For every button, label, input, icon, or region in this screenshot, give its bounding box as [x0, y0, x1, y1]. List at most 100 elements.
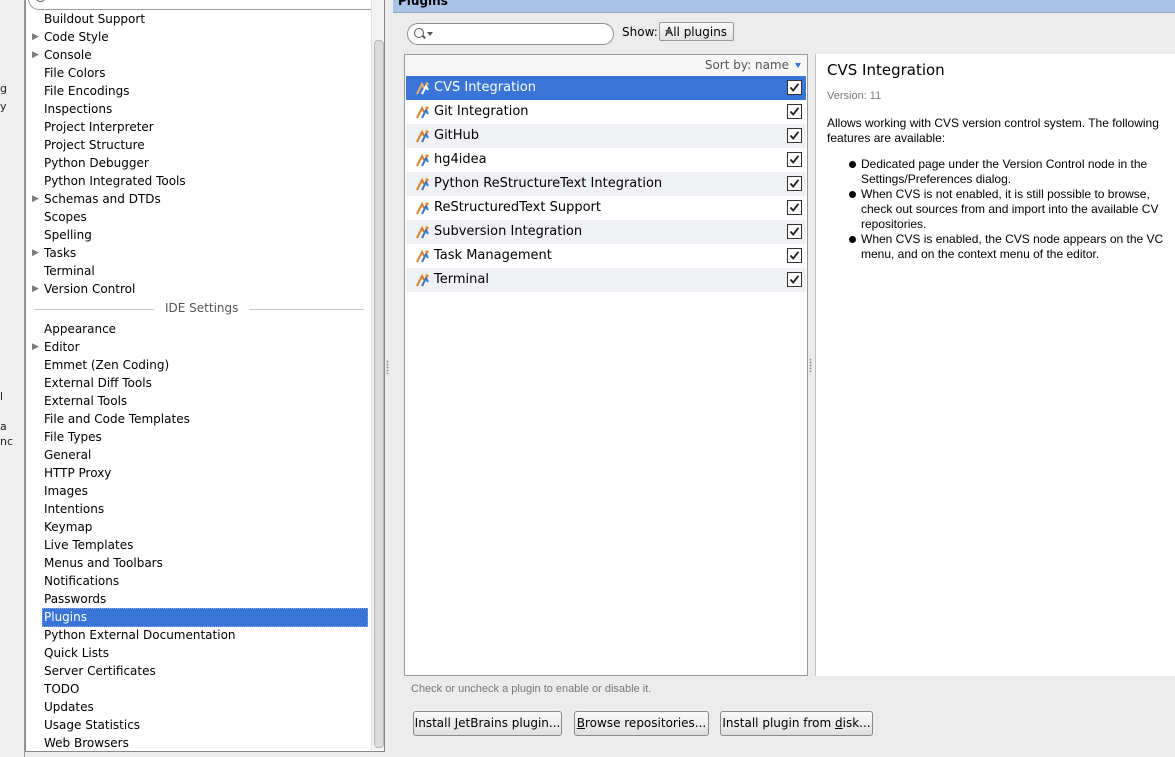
- settings-tree[interactable]: Buildout Support ▶ Code Style ▶ Console File …: [25, 0, 385, 752]
- background-window-text: y: [0, 100, 7, 113]
- tree-item-editor[interactable]: ▶ Editor: [32, 338, 80, 356]
- tree-item-project-structure[interactable]: Project Structure: [44, 136, 145, 154]
- checkmark-icon: [789, 107, 800, 116]
- tree-item-label: General: [44, 448, 92, 462]
- sort-chevron-icon[interactable]: [795, 63, 801, 68]
- feature-bullet-line: Dedicated page under the Version Control…: [849, 157, 1175, 172]
- tree-item-external-diff-tools[interactable]: External Diff Tools: [44, 374, 152, 392]
- plugin-enabled-checkbox[interactable]: [787, 80, 802, 95]
- expand-arrow-icon[interactable]: ▶: [32, 190, 39, 208]
- plugin-row[interactable]: ReStructuredText Support: [406, 196, 806, 220]
- plugin-icon: [415, 201, 430, 216]
- sort-label[interactable]: Sort by: name: [705, 58, 789, 72]
- plugin-list[interactable]: Sort by: name CVS Integration Git Integra…: [404, 54, 808, 676]
- tree-item-quick-lists[interactable]: Quick Lists: [44, 644, 109, 662]
- tree-item-usage-statistics[interactable]: Usage Statistics: [44, 716, 140, 734]
- tree-item-label: HTTP Proxy: [44, 466, 112, 480]
- tree-item-label: Terminal: [44, 264, 95, 278]
- plugin-row[interactable]: CVS Integration: [406, 76, 806, 100]
- plugin-row[interactable]: hg4idea: [406, 148, 806, 172]
- plugin-row[interactable]: Python ReStructureText Integration: [406, 172, 806, 196]
- sort-header[interactable]: Sort by: name: [405, 55, 807, 75]
- page-title: Plugins: [398, 0, 448, 8]
- tree-item-python-external-documentation[interactable]: Python External Documentation: [44, 626, 236, 644]
- tree-item-label: Images: [44, 484, 88, 498]
- plugin-enabled-checkbox[interactable]: [787, 224, 802, 239]
- splitter-handle[interactable]: [809, 358, 812, 372]
- plugin-row[interactable]: Subversion Integration: [406, 220, 806, 244]
- plugin-row[interactable]: Task Management: [406, 244, 806, 268]
- tree-item-label: Usage Statistics: [44, 718, 141, 732]
- plugin-enabled-checkbox[interactable]: [787, 248, 802, 263]
- plugin-enabled-checkbox[interactable]: [787, 200, 802, 215]
- settings-search-input[interactable]: [28, 0, 384, 10]
- tree-item-images[interactable]: Images: [44, 482, 88, 500]
- expand-arrow-icon[interactable]: ▶: [32, 46, 39, 64]
- plugin-enabled-checkbox[interactable]: [787, 152, 802, 167]
- tree-item-file-and-code-templates[interactable]: File and Code Templates: [44, 410, 190, 428]
- tree-item-code-style[interactable]: ▶ Code Style: [32, 28, 109, 46]
- tree-item-emmet-zen-coding[interactable]: Emmet (Zen Coding): [44, 356, 169, 374]
- tree-item-http-proxy[interactable]: HTTP Proxy: [44, 464, 111, 482]
- install-plugin-from-disk-button[interactable]: Install plugin from disk...: [720, 711, 873, 736]
- tree-scrollbar[interactable]: [371, 0, 384, 750]
- plugin-row[interactable]: Git Integration: [406, 100, 806, 124]
- plugin-enabled-checkbox[interactable]: [787, 128, 802, 143]
- plugin-detail-title: CVS Integration: [827, 61, 945, 79]
- tree-item-schemas-and-dtds[interactable]: ▶ Schemas and DTDs: [32, 190, 161, 208]
- tree-item-scopes[interactable]: Scopes: [44, 208, 87, 226]
- tree-item-passwords[interactable]: Passwords: [44, 590, 106, 608]
- tree-item-terminal[interactable]: Terminal: [44, 262, 95, 280]
- tree-item-file-types[interactable]: File Types: [44, 428, 102, 446]
- tree-item-version-control[interactable]: ▶ Version Control: [32, 280, 135, 298]
- plugin-icon: [415, 225, 430, 240]
- tree-item-project-interpreter[interactable]: Project Interpreter: [44, 118, 154, 136]
- tree-item-label: Editor: [44, 340, 80, 354]
- tree-item-python-integrated-tools[interactable]: Python Integrated Tools: [44, 172, 186, 190]
- tree-item-intentions[interactable]: Intentions: [44, 500, 104, 518]
- tree-item-file-encodings[interactable]: File Encodings: [44, 82, 129, 100]
- expand-arrow-icon[interactable]: ▶: [32, 244, 39, 262]
- tree-item-console[interactable]: ▶ Console: [32, 46, 92, 64]
- tree-item-menus-and-toolbars[interactable]: Menus and Toolbars: [44, 554, 163, 572]
- tree-item-python-debugger[interactable]: Python Debugger: [44, 154, 149, 172]
- splitter-handle[interactable]: [386, 360, 389, 374]
- expand-arrow-icon[interactable]: ▶: [32, 28, 39, 46]
- install-jetbrains-plugin-button[interactable]: Install JetBrains plugin...: [413, 711, 562, 736]
- plugin-enabled-checkbox[interactable]: [787, 272, 802, 287]
- tree-item-spelling[interactable]: Spelling: [44, 226, 92, 244]
- tree-item-tasks[interactable]: ▶ Tasks: [32, 244, 76, 262]
- tree-item-live-templates[interactable]: Live Templates: [44, 536, 133, 554]
- tree-item-todo[interactable]: TODO: [44, 680, 79, 698]
- tree-item-general[interactable]: General: [44, 446, 91, 464]
- show-filter-select[interactable]: All plugins: [659, 22, 734, 41]
- background-window-edge: g y l a nc: [0, 0, 25, 757]
- checkmark-icon: [789, 251, 800, 260]
- tree-item-inspections[interactable]: Inspections: [44, 100, 112, 118]
- plugin-row[interactable]: Terminal: [406, 268, 806, 292]
- tree-item-appearance[interactable]: Appearance: [44, 320, 116, 338]
- tree-item-updates[interactable]: Updates: [44, 698, 94, 716]
- tree-item-label: Spelling: [44, 228, 92, 242]
- tree-item-server-certificates[interactable]: Server Certificates: [44, 662, 156, 680]
- tree-item-label: Python External Documentation: [44, 628, 236, 642]
- tree-item-notifications[interactable]: Notifications: [44, 572, 119, 590]
- tree-item-file-colors[interactable]: File Colors: [44, 64, 105, 82]
- plugin-enabled-checkbox[interactable]: [787, 104, 802, 119]
- search-history-dropdown-icon[interactable]: [427, 32, 433, 36]
- plugin-icon: [415, 105, 430, 120]
- tree-scrollbar-thumb[interactable]: [374, 40, 384, 748]
- expand-arrow-icon[interactable]: ▶: [32, 280, 39, 298]
- tree-item-plugins[interactable]: Plugins: [42, 608, 368, 627]
- tree-item-external-tools[interactable]: External Tools: [44, 392, 127, 410]
- plugin-enabled-checkbox[interactable]: [787, 176, 802, 191]
- plugin-name: Task Management: [434, 248, 552, 263]
- tree-item-keymap[interactable]: Keymap: [44, 518, 92, 536]
- browse-repositories-button[interactable]: Browse repositories...: [574, 711, 709, 736]
- expand-arrow-icon[interactable]: ▶: [32, 338, 39, 356]
- tree-item-web-browsers[interactable]: Web Browsers: [44, 734, 129, 751]
- plugin-search-input[interactable]: [407, 23, 614, 45]
- show-filter-value: All plugins: [665, 25, 728, 39]
- tree-item-buildout-support[interactable]: Buildout Support: [44, 10, 145, 28]
- plugin-row[interactable]: GitHub: [406, 124, 806, 148]
